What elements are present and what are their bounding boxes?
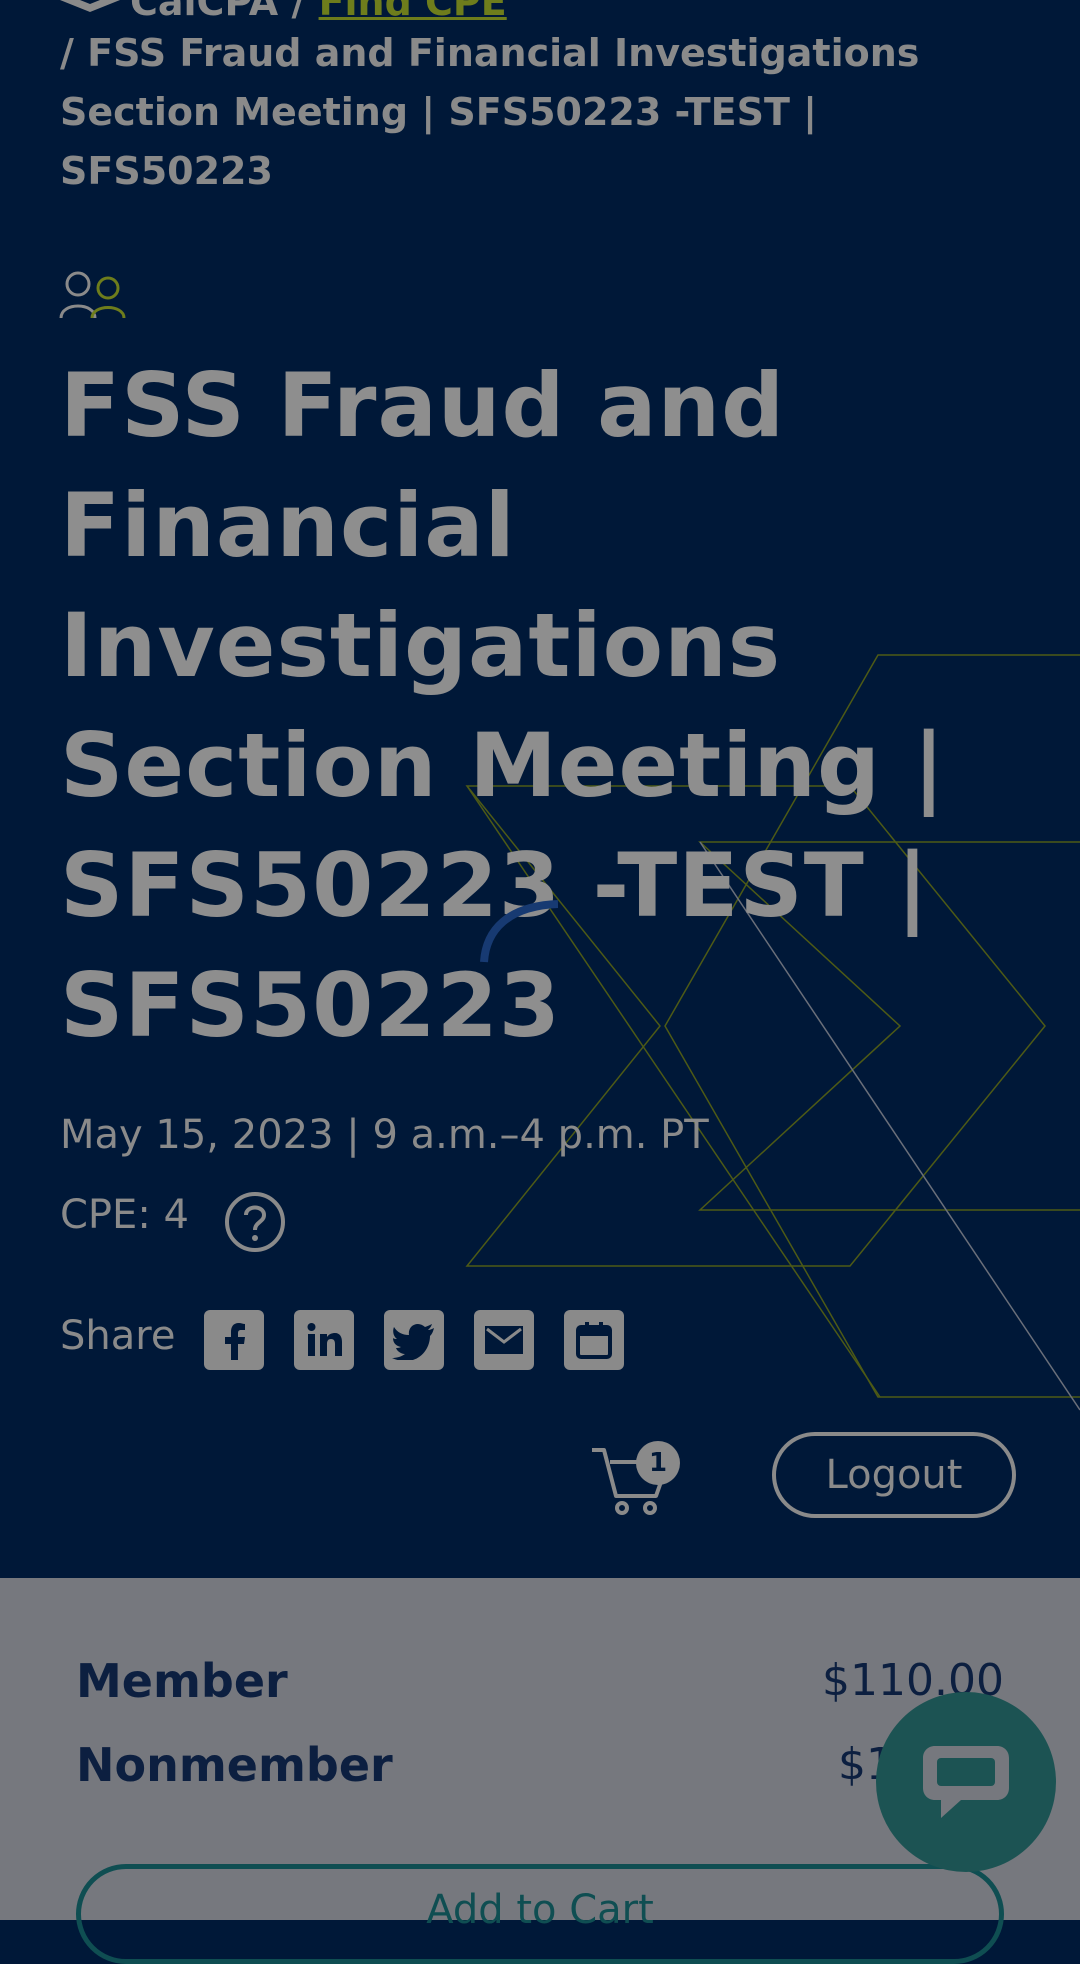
nonmember-price-label: Nonmember bbox=[76, 1738, 393, 1792]
loading-spinner-icon bbox=[480, 900, 558, 963]
share-label: Share bbox=[60, 1313, 176, 1359]
add-to-cart-button[interactable]: Add to Cart bbox=[76, 1864, 1004, 1964]
breadcrumb-home[interactable]: CalCPA / bbox=[130, 0, 305, 24]
event-cpe-credits: CPE: 4 bbox=[60, 1192, 189, 1238]
email-icon[interactable] bbox=[474, 1310, 534, 1370]
chat-button[interactable] bbox=[876, 1692, 1056, 1872]
event-hero: CalCPA / Find CPE / FSS Fraud and Financ… bbox=[0, 0, 1080, 1578]
twitter-icon[interactable] bbox=[384, 1310, 444, 1370]
breadcrumb-find-cpe-link[interactable]: Find CPE bbox=[319, 0, 507, 24]
help-icon[interactable] bbox=[224, 1191, 286, 1253]
people-icon bbox=[59, 271, 126, 319]
chat-bubble-icon bbox=[923, 1746, 1009, 1818]
linkedin-icon[interactable] bbox=[294, 1310, 354, 1370]
member-price-label: Member bbox=[76, 1654, 288, 1708]
calendar-icon[interactable] bbox=[564, 1310, 624, 1370]
event-date-time: May 15, 2023 | 9 a.m.–4 p.m. PT bbox=[60, 1112, 709, 1158]
logout-button[interactable]: Logout bbox=[772, 1432, 1016, 1518]
facebook-icon[interactable] bbox=[204, 1310, 264, 1370]
cart-count-badge: 1 bbox=[636, 1441, 680, 1485]
breadcrumb-current: / FSS Fraud and Financial Investigations… bbox=[60, 31, 920, 193]
